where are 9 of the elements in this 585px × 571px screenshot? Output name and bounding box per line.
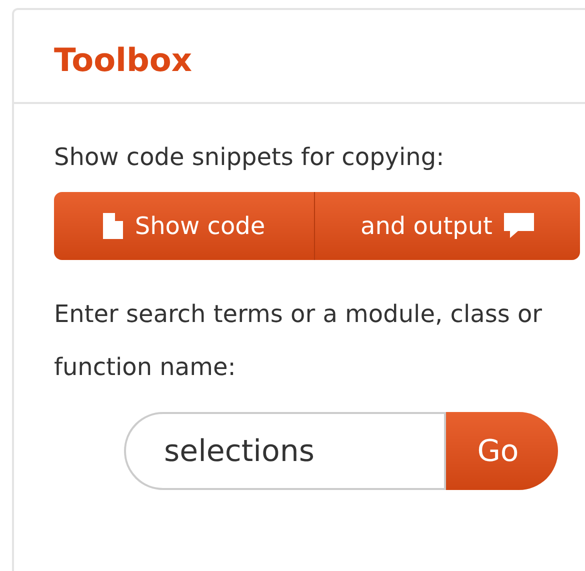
panel-title: Toolbox [54,40,194,80]
snippets-label: Show code snippets for copying: [54,142,446,173]
file-icon [102,213,123,239]
go-button[interactable]: Go [446,412,558,490]
speech-bubble-icon [504,213,534,239]
show-code-button[interactable]: Show code [54,192,315,260]
search-field[interactable]: selections [124,412,446,490]
search-label: Enter search terms or a module, class or function name: [54,299,544,383]
output-button[interactable]: and output [315,192,580,260]
